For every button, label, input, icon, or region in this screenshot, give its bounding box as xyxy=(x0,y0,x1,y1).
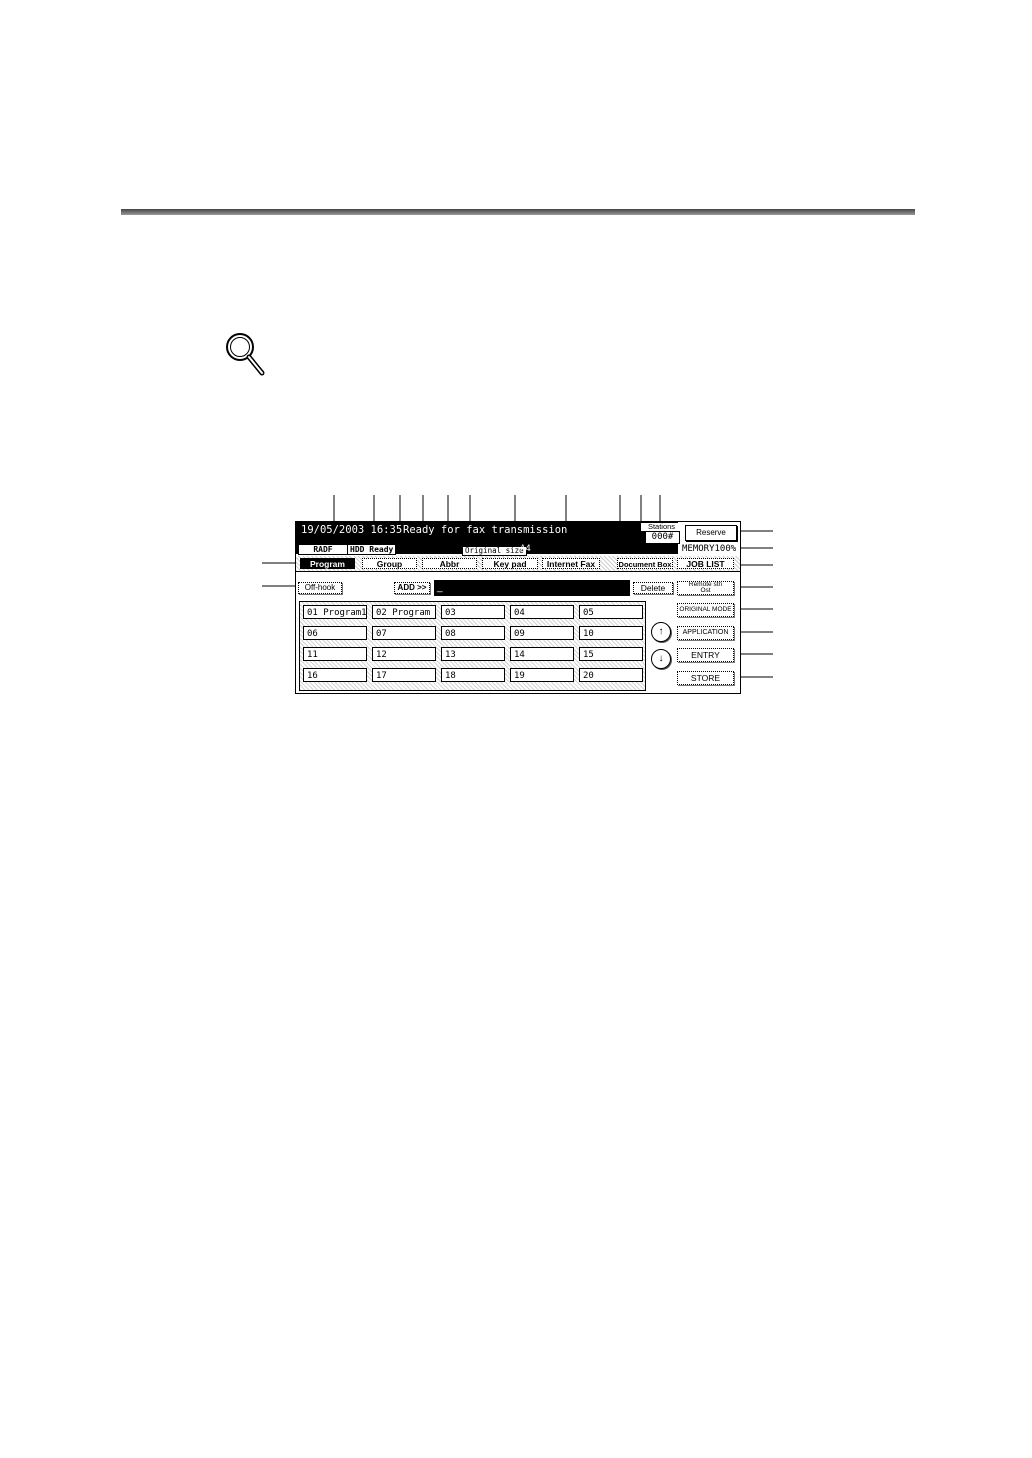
delete-button[interactable]: Delete xyxy=(633,582,673,594)
destination-input[interactable]: _ xyxy=(434,580,630,596)
program-key-17[interactable]: 17 xyxy=(372,668,436,682)
original-size-value: A4 xyxy=(520,544,531,554)
store-button[interactable]: STORE xyxy=(677,671,734,685)
radf-badge: RADF xyxy=(298,544,348,555)
program-key-04[interactable]: 04 xyxy=(510,605,574,619)
program-key-19[interactable]: 19 xyxy=(510,668,574,682)
remote-station-button[interactable]: Remote stn Ost xyxy=(677,581,734,595)
program-key-16[interactable]: 16 xyxy=(303,668,367,682)
application-button[interactable]: APPLICATION xyxy=(677,626,734,640)
entry-button[interactable]: ENTRY xyxy=(677,648,734,662)
off-hook-button[interactable]: Off-hook xyxy=(298,582,342,594)
program-key-03[interactable]: 03 xyxy=(441,605,505,619)
program-key-09[interactable]: 09 xyxy=(510,626,574,640)
program-key-15[interactable]: 15 xyxy=(579,647,643,661)
date-time: 19/05/2003 16:35 xyxy=(301,524,403,536)
program-key-18[interactable]: 18 xyxy=(441,668,505,682)
job-list-button[interactable]: JOB LIST xyxy=(677,558,734,569)
remote-station-label-line2: Ost xyxy=(700,587,711,594)
hdd-badge: HDD Ready xyxy=(347,544,397,555)
tab-abbr[interactable]: Abbr xyxy=(422,558,477,569)
stations-count: 000# xyxy=(645,531,680,544)
reserve-button[interactable]: Reserve xyxy=(685,525,737,541)
status-bar: 19/05/2003 16:35 Ready for fax transmiss… xyxy=(296,522,678,556)
add-button[interactable]: ADD >> xyxy=(394,582,430,594)
status-message: Ready for fax transmission xyxy=(403,524,568,536)
stations-label: Stations xyxy=(641,523,682,531)
program-key-20[interactable]: 20 xyxy=(579,668,643,682)
tab-group[interactable]: Group xyxy=(362,558,417,569)
program-key-13[interactable]: 13 xyxy=(441,647,505,661)
program-key-08[interactable]: 08 xyxy=(441,626,505,640)
tab-internet-fax[interactable]: Internet Fax xyxy=(542,558,600,569)
tab-bar: Program Group Abbr Key pad Internet Fax … xyxy=(296,556,740,572)
program-key-05[interactable]: 05 xyxy=(579,605,643,619)
program-key-06[interactable]: 06 xyxy=(303,626,367,640)
arrow-down-icon: ↓ xyxy=(658,653,664,664)
tab-document-box[interactable]: Document Box xyxy=(617,558,673,569)
memory-indicator: MEMORY100% xyxy=(682,544,737,554)
original-size-label: Original size xyxy=(462,546,527,556)
program-key-01[interactable]: 01 Program1 xyxy=(303,605,367,619)
program-grid: 01 Program1 02 Program 03 04 05 06 07 08… xyxy=(299,601,671,691)
magnifier-icon xyxy=(226,333,265,376)
program-key-07[interactable]: 07 xyxy=(372,626,436,640)
header-rule xyxy=(121,209,915,215)
arrow-up-icon: ↑ xyxy=(658,626,664,637)
program-key-02[interactable]: 02 Program xyxy=(372,605,436,619)
program-key-11[interactable]: 11 xyxy=(303,647,367,661)
scroll-up-button[interactable]: ↑ xyxy=(651,622,671,642)
scroll-down-button[interactable]: ↓ xyxy=(651,649,671,669)
original-mode-button[interactable]: ORIGINAL MODE xyxy=(677,603,734,617)
program-key-12[interactable]: 12 xyxy=(372,647,436,661)
tab-keypad[interactable]: Key pad xyxy=(482,558,538,569)
program-key-14[interactable]: 14 xyxy=(510,647,574,661)
tab-program[interactable]: Program xyxy=(300,558,355,569)
program-key-10[interactable]: 10 xyxy=(579,626,643,640)
fax-control-panel: 19/05/2003 16:35 Ready for fax transmiss… xyxy=(295,521,741,694)
